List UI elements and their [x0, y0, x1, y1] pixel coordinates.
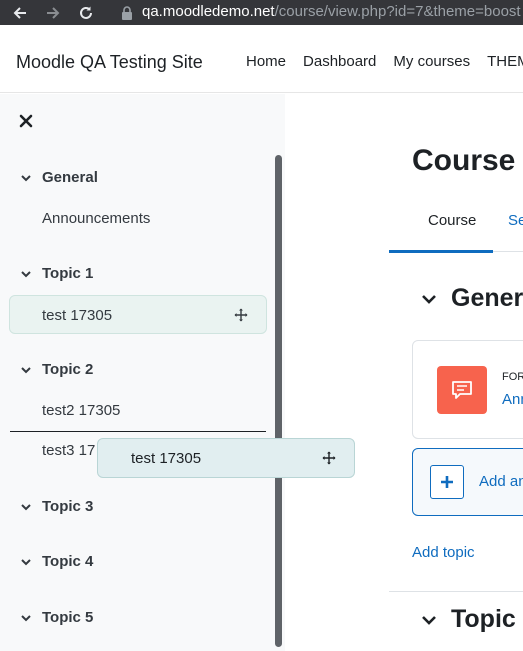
reload-icon	[80, 6, 92, 19]
section-label: General	[42, 169, 98, 186]
back-arrow-icon	[13, 7, 26, 19]
url-path: /course/view.php?id=7&theme=boost	[274, 3, 521, 20]
site-header: Moodle QA Testing Site Home Dashboard My…	[0, 25, 523, 93]
section-label: Topic 4	[42, 553, 94, 570]
course-tabs: Course Se	[389, 198, 523, 253]
chevron-down-icon	[21, 558, 31, 565]
section-divider	[389, 591, 523, 592]
back-button[interactable]	[10, 3, 30, 23]
add-activity-label: Add an	[479, 473, 523, 490]
tab-course[interactable]: Course	[428, 212, 476, 229]
primary-navigation: Home Dashboard My courses THEM	[246, 54, 523, 70]
drag-ghost[interactable]: test 17305	[97, 438, 355, 478]
section-general-heading[interactable]: Gener	[422, 284, 523, 313]
add-topic-link[interactable]: Add topic	[412, 544, 475, 561]
speech-bubble-icon	[452, 381, 472, 399]
chevron-down-icon	[422, 615, 436, 625]
address-bar[interactable]: qa.moodledemo.net/course/view.php?id=7&t…	[142, 3, 521, 21]
drawer-scrollbar[interactable]	[275, 155, 282, 647]
section-label: Topic 3	[42, 498, 94, 515]
forward-arrow-icon	[47, 7, 60, 19]
nav-home[interactable]: Home	[246, 54, 286, 70]
move-icon[interactable]	[234, 308, 248, 322]
item-test-17305-dragging[interactable]: test 17305	[9, 295, 267, 334]
chevron-down-icon	[21, 503, 31, 510]
section-label: Topic 5	[42, 609, 94, 626]
section-topic-heading[interactable]: Topic	[422, 605, 516, 634]
chevron-down-icon	[422, 294, 436, 304]
active-tab-indicator	[389, 250, 493, 253]
site-info-button[interactable]	[117, 3, 137, 23]
page-title: Course	[412, 144, 516, 177]
item-test2-17305[interactable]: test2 17305	[42, 402, 120, 419]
nav-themes[interactable]: THEM	[487, 54, 523, 70]
section-topic-5[interactable]: Topic 5	[20, 609, 93, 626]
chevron-down-icon	[21, 270, 31, 277]
chevron-down-icon	[21, 366, 31, 373]
item-test3-17305[interactable]: test3 17	[42, 442, 95, 459]
forum-icon	[437, 366, 487, 414]
drag-ghost-label: test 17305	[131, 450, 202, 467]
item-label: test 17305	[42, 307, 113, 324]
tab-settings[interactable]: Se	[508, 212, 523, 229]
section-topic-4[interactable]: Topic 4	[20, 553, 93, 570]
section-topic-2[interactable]: Topic 2	[20, 361, 93, 378]
nav-my-courses[interactable]: My courses	[393, 54, 470, 70]
activity-card-forum[interactable]: FOR Ann	[412, 340, 523, 439]
drop-indicator	[10, 431, 266, 432]
plus-box	[430, 465, 464, 499]
reload-button[interactable]	[76, 3, 96, 23]
section-title-text: Gener	[451, 284, 523, 312]
main-content: Course Course Se Gener FOR Ann Add an Ad…	[285, 94, 523, 651]
site-name[interactable]: Moodle QA Testing Site	[16, 52, 203, 72]
activity-name-link[interactable]: Ann	[502, 391, 523, 408]
nav-dashboard[interactable]: Dashboard	[303, 54, 376, 70]
course-index-drawer: General Announcements Topic 1 test 17305…	[0, 94, 285, 651]
move-icon	[322, 451, 336, 465]
section-topic-3[interactable]: Topic 3	[20, 498, 93, 515]
add-activity-button[interactable]: Add an	[412, 448, 523, 516]
plus-icon	[441, 476, 453, 488]
forward-button[interactable]	[43, 3, 63, 23]
section-label: Topic 2	[42, 361, 94, 378]
activity-type: FOR	[502, 371, 523, 383]
chevron-down-icon	[21, 614, 31, 621]
url-host: qa.moodledemo.net	[142, 3, 275, 20]
close-icon	[19, 114, 33, 128]
section-label: Topic 1	[42, 265, 94, 282]
section-title-text: Topic	[451, 605, 516, 633]
close-drawer-button[interactable]	[18, 113, 34, 129]
chevron-down-icon	[21, 174, 31, 181]
section-general[interactable]: General	[20, 169, 98, 186]
section-topic-1[interactable]: Topic 1	[20, 265, 93, 282]
item-announcements[interactable]: Announcements	[42, 210, 150, 227]
lock-icon	[122, 6, 132, 20]
browser-toolbar: qa.moodledemo.net/course/view.php?id=7&t…	[0, 0, 523, 25]
